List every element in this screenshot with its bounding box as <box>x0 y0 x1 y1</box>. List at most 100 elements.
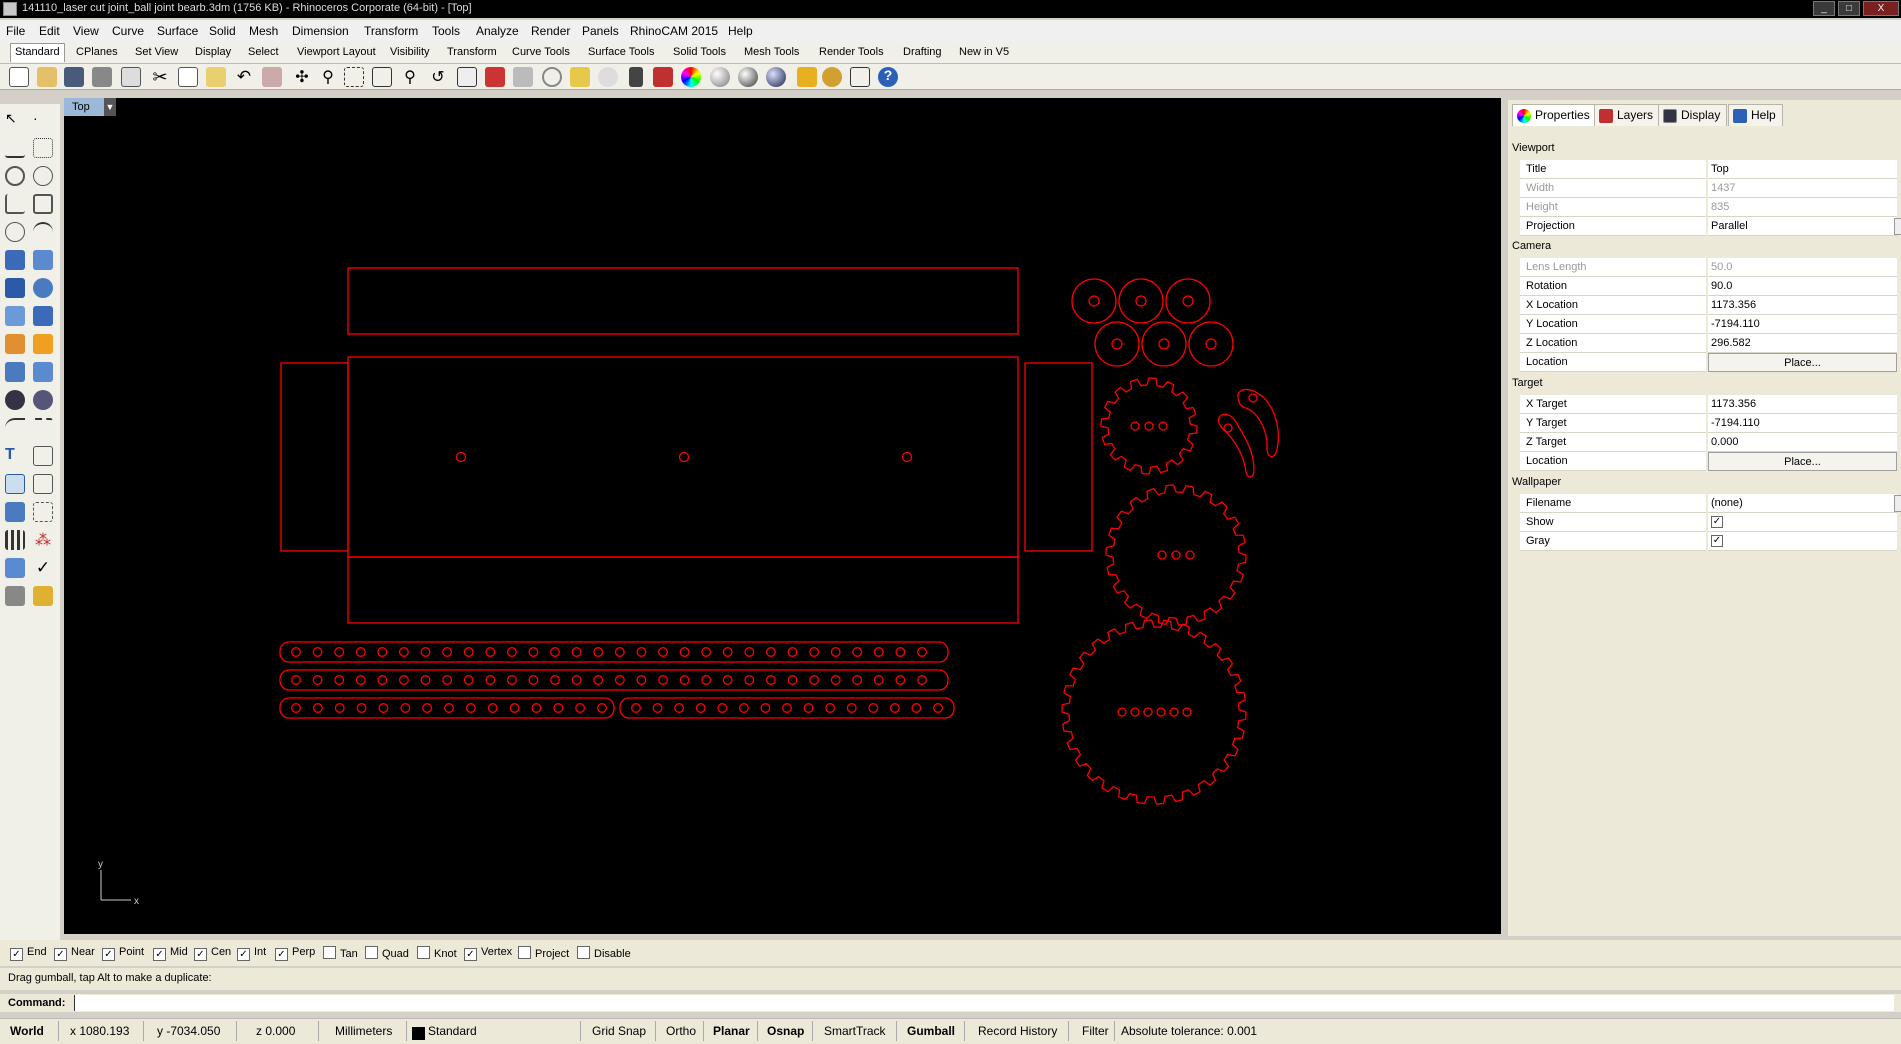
join-icon[interactable] <box>33 334 53 354</box>
tab-display[interactable]: Display <box>1658 104 1728 126</box>
mesh-icon[interactable] <box>33 306 53 326</box>
prop-value[interactable]: 1173.356 <box>1708 296 1897 315</box>
left-side-panel[interactable] <box>280 362 349 552</box>
zoom-icon[interactable]: ⚲ <box>318 67 338 87</box>
array-polar-icon[interactable]: ⁂ <box>33 530 53 550</box>
tab-surface-tools[interactable]: Surface Tools <box>586 46 656 58</box>
mirror-icon[interactable] <box>33 474 53 494</box>
tab-solid-tools[interactable]: Solid Tools <box>671 46 728 58</box>
tab-help[interactable]: Help <box>1728 104 1783 126</box>
ellipse-icon[interactable] <box>33 166 53 186</box>
tab-select[interactable]: Select <box>246 46 281 58</box>
hole-strip-4[interactable] <box>619 697 955 719</box>
menu-dimension[interactable]: Dimension <box>292 24 349 38</box>
osnap-disable[interactable]: Disable <box>577 946 631 960</box>
menu-file[interactable]: File <box>6 24 25 38</box>
menu-view[interactable]: View <box>73 24 99 38</box>
undo-view-icon[interactable]: ↺ <box>428 67 448 87</box>
cut-icon[interactable]: ✂ <box>150 67 170 87</box>
layer-icon[interactable] <box>653 67 673 87</box>
car-icon[interactable] <box>485 67 505 87</box>
layer-color-swatch[interactable] <box>412 1027 425 1040</box>
box-icon[interactable] <box>5 278 25 298</box>
osnap-checkbox[interactable]: ✓ <box>194 948 207 961</box>
tab-mesh-tools[interactable]: Mesh Tools <box>742 46 801 58</box>
gear-small[interactable] <box>1100 377 1198 475</box>
hook-piece-2[interactable] <box>1217 413 1255 478</box>
copy-icon[interactable] <box>178 67 198 87</box>
osnap-checkbox[interactable] <box>417 946 430 959</box>
prop-value[interactable]: 296.582 <box>1708 334 1897 353</box>
analyze-icon[interactable] <box>5 558 25 578</box>
menu-curve[interactable]: Curve <box>112 24 144 38</box>
snap-icon[interactable] <box>850 67 870 87</box>
prop-value[interactable]: 0.000 <box>1708 433 1897 452</box>
point-icon[interactable]: · <box>33 110 53 130</box>
tab-properties[interactable]: Properties <box>1512 104 1597 126</box>
minimize-button[interactable]: _ <box>1813 1 1835 16</box>
maximize-button[interactable]: □ <box>1838 1 1860 16</box>
osnap-checkbox[interactable] <box>323 946 336 959</box>
hook-piece-1[interactable] <box>1237 388 1279 458</box>
lock-icon[interactable] <box>629 67 643 87</box>
drafting-icon[interactable] <box>33 586 53 606</box>
osnap-toggle[interactable]: Osnap <box>767 1024 804 1038</box>
gear-large[interactable] <box>1061 619 1247 805</box>
curve-icon[interactable] <box>33 138 53 158</box>
status-layer[interactable]: Standard <box>428 1024 477 1038</box>
zoom-window-icon[interactable] <box>344 67 364 87</box>
surface-icon[interactable] <box>5 250 25 270</box>
menu-mesh[interactable]: Mesh <box>249 24 278 38</box>
menu-edit[interactable]: Edit <box>39 24 60 38</box>
help-icon[interactable]: ? <box>878 67 898 87</box>
prop-value[interactable]: 1173.356 <box>1708 395 1897 414</box>
text-icon[interactable]: T <box>5 446 25 466</box>
zoom-selected-icon[interactable]: ⚲ <box>400 67 420 87</box>
osnap-knot[interactable]: Knot <box>417 946 457 960</box>
gear-medium[interactable] <box>1105 484 1247 626</box>
offset-icon[interactable] <box>33 418 53 438</box>
dimension-icon[interactable] <box>33 502 53 522</box>
osnap-perp[interactable]: ✓ Perp <box>275 946 315 961</box>
menu-solid[interactable]: Solid <box>209 24 236 38</box>
import-icon[interactable] <box>121 67 141 87</box>
pan-hand-icon[interactable] <box>262 67 282 87</box>
gray-checkbox[interactable]: ✓ <box>1711 535 1723 547</box>
smarttrack-toggle[interactable]: SmartTrack <box>824 1024 886 1038</box>
viewport-top[interactable]: x y <box>64 98 1501 934</box>
tab-set-view[interactable]: Set View <box>133 46 180 58</box>
osnap-checkbox[interactable]: ✓ <box>464 948 477 961</box>
top-panel[interactable] <box>347 267 1019 335</box>
hole-strip-1[interactable] <box>279 641 949 663</box>
cylinder-icon[interactable] <box>5 306 25 326</box>
wallpaper-filename[interactable]: (none) <box>1708 494 1897 513</box>
tab-standard[interactable]: Standard <box>10 43 65 62</box>
array-icon[interactable] <box>5 530 25 550</box>
osnap-checkbox[interactable]: ✓ <box>153 948 166 961</box>
osnap-project[interactable]: Project <box>518 946 569 960</box>
select-icon[interactable] <box>513 67 533 87</box>
save-icon[interactable] <box>64 67 84 87</box>
polygon-icon[interactable] <box>5 194 25 214</box>
tab-layers[interactable]: Layers <box>1594 104 1661 126</box>
zoom-extents-icon[interactable] <box>372 67 392 87</box>
osnap-quad[interactable]: Quad <box>365 946 409 960</box>
block-icon[interactable] <box>5 502 25 522</box>
main-panel[interactable] <box>347 356 1019 558</box>
scale-icon[interactable] <box>33 446 53 466</box>
status-units[interactable]: Millimeters <box>335 1024 392 1038</box>
tab-viewport-layout[interactable]: Viewport Layout <box>295 46 378 58</box>
camera-place-button[interactable]: Place... <box>1708 353 1897 372</box>
select-arrow-icon[interactable]: ↖ <box>5 110 25 130</box>
gumball-toggle[interactable]: Gumball <box>907 1024 955 1038</box>
hole-strip-2[interactable] <box>279 669 949 691</box>
grid-snap-toggle[interactable]: Grid Snap <box>592 1024 646 1038</box>
check-icon[interactable]: ✓ <box>33 558 53 578</box>
ortho-toggle[interactable]: Ortho <box>666 1024 696 1038</box>
status-cplane[interactable]: World <box>10 1024 44 1038</box>
rotate-view-icon[interactable]: ✣ <box>292 67 312 87</box>
menu-transform[interactable]: Transform <box>364 24 418 38</box>
cplane-icon[interactable] <box>542 67 562 87</box>
menu-panels[interactable]: Panels <box>582 24 619 38</box>
geometry-canvas[interactable]: x y <box>64 98 1501 934</box>
